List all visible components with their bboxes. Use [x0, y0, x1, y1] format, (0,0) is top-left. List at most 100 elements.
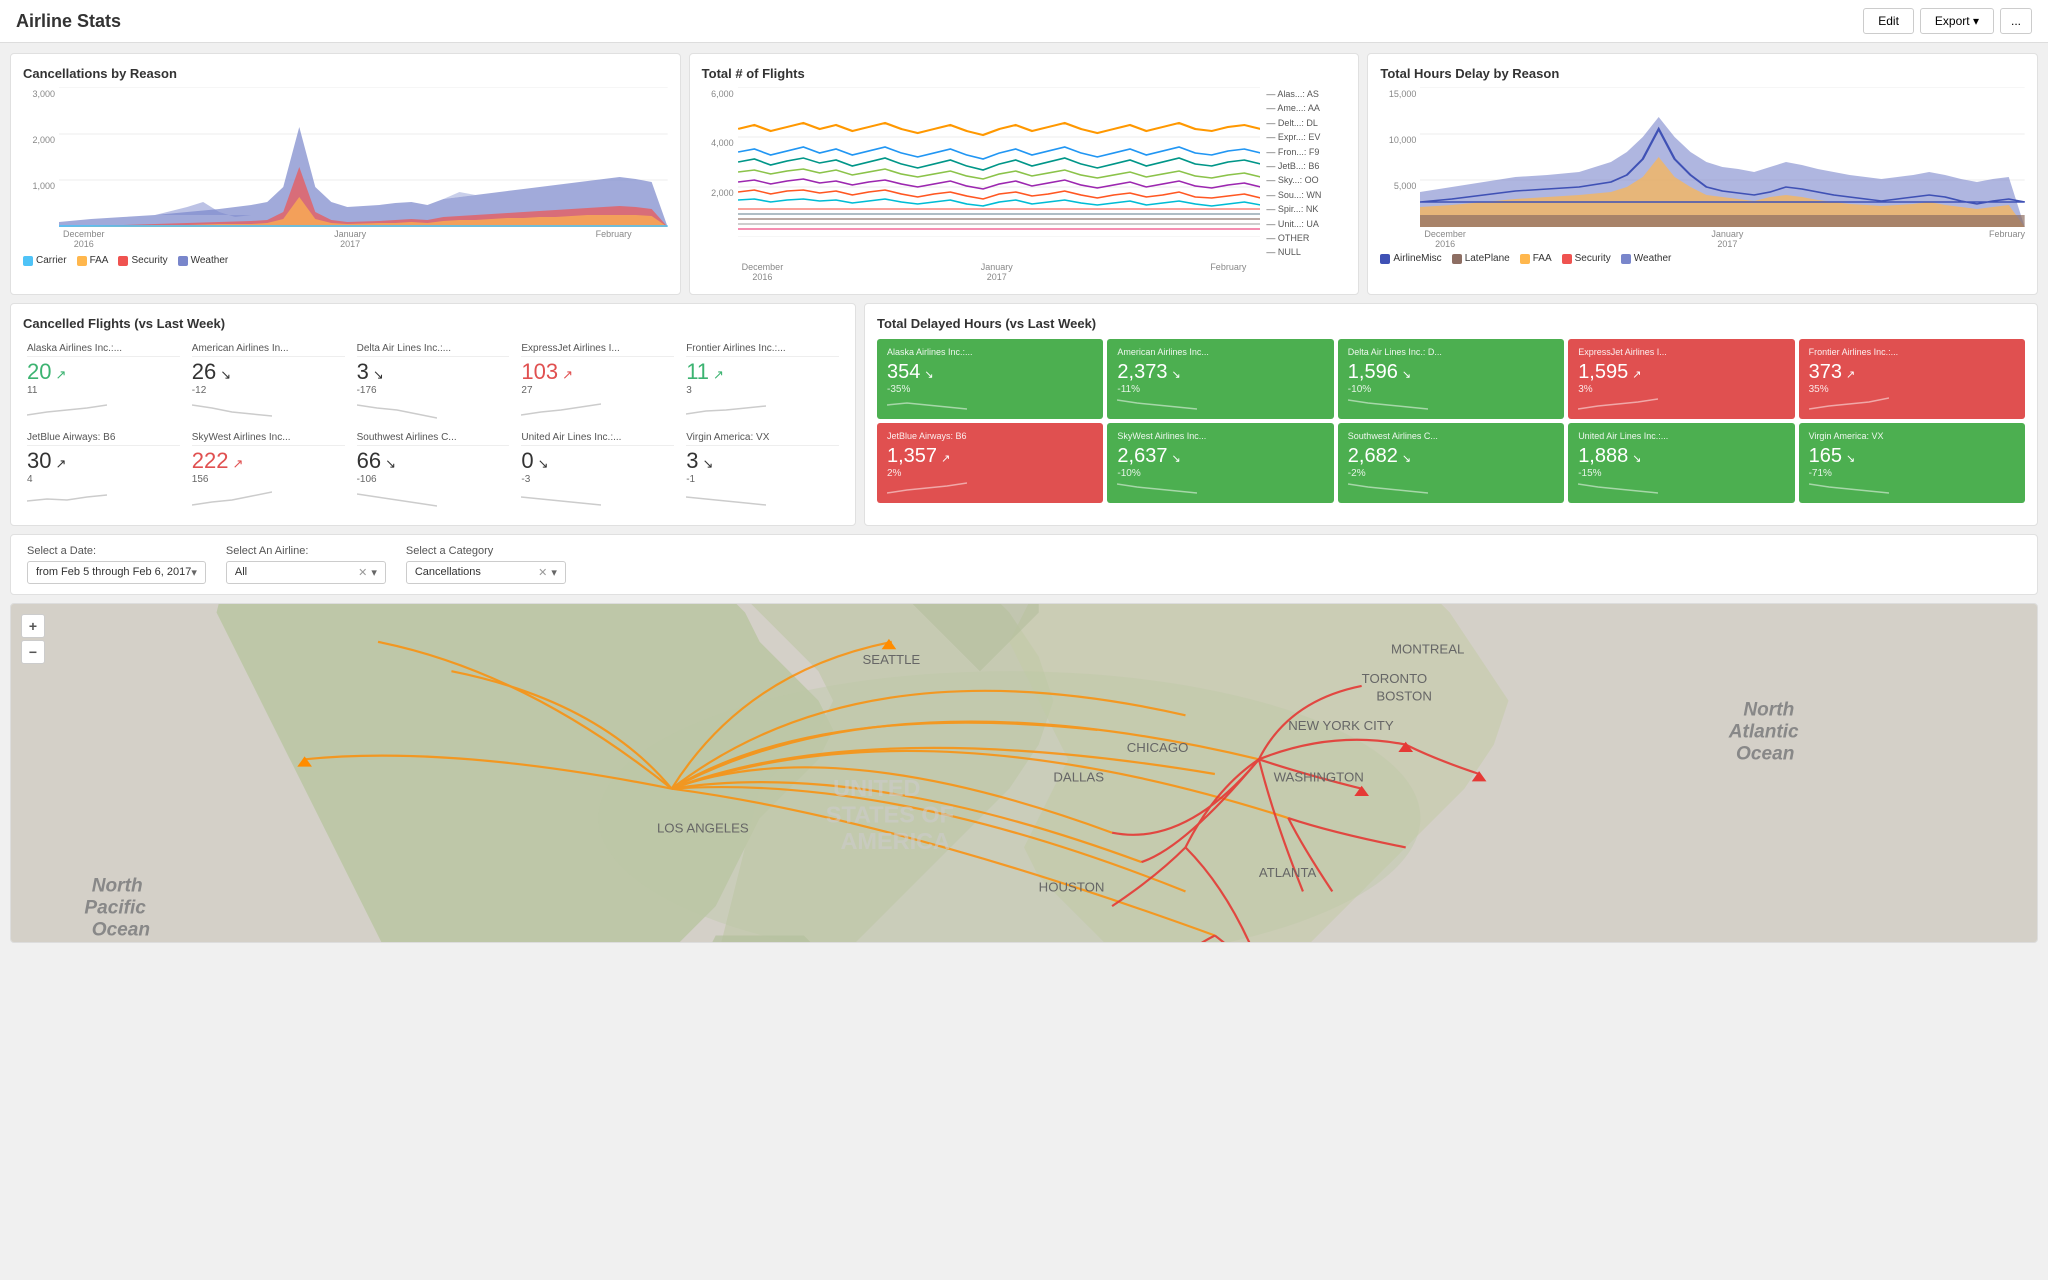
edit-button[interactable]: Edit	[1863, 8, 1914, 34]
svg-text:NEW YORK CITY: NEW YORK CITY	[1288, 718, 1394, 733]
legend-weather-dot	[178, 256, 188, 266]
y-4000: 4,000	[702, 138, 734, 148]
airline-filter-arrow: ▾	[371, 566, 377, 579]
y-label-3000: 3,000	[23, 89, 55, 99]
total-flights-chart-panel: Total # of Flights 6,000 4,000 2,000	[689, 53, 1360, 295]
svg-text:Ocean: Ocean	[1736, 743, 1794, 764]
delay-svg	[1420, 87, 2025, 227]
y-6000: 6,000	[702, 89, 734, 99]
cancelled-expressjet: ExpressJet Airlines I... 103 ↗ 27	[517, 339, 678, 424]
svg-text:STATES OF: STATES OF	[826, 801, 954, 827]
svg-text:North: North	[92, 875, 143, 896]
delayed-american: American Airlines Inc... 2,373 ↘ -11%	[1107, 339, 1333, 419]
category-filter-label: Select a Category	[406, 545, 566, 557]
sparkline-delayed-southwest	[1348, 479, 1428, 495]
cancelled-frontier: Frontier Airlines Inc.:... 11 ↗ 3	[682, 339, 843, 424]
airline-filter-label: Select An Airline:	[226, 545, 386, 557]
sparkline-delayed-expressjet	[1578, 395, 1658, 411]
legend-faa: FAA	[77, 255, 109, 266]
map-zoom-in[interactable]: +	[21, 614, 45, 638]
delayed-expressjet: ExpressJet Airlines I... 1,595 ↗ 3%	[1568, 339, 1794, 419]
flights-legend: — Alas...: AS — Ame...: AA — Delt...: DL…	[1266, 87, 1346, 260]
more-button[interactable]: ...	[2000, 8, 2032, 34]
delay-chart-title: Total Hours Delay by Reason	[1380, 66, 2025, 81]
cancellations-chart-container: 3,000 2,000 1,000	[23, 87, 668, 249]
svg-text:HOUSTON: HOUSTON	[1039, 879, 1105, 894]
x-label-dec-cancel: December2016	[63, 229, 105, 249]
airline-filter-clear[interactable]: ✕	[358, 566, 367, 579]
app-title: Airline Stats	[16, 11, 121, 32]
delayed-grid: Alaska Airlines Inc.:... 354 ↘ -35% Amer…	[877, 339, 2025, 503]
cancelled-panel: Cancelled Flights (vs Last Week) Alaska …	[10, 303, 856, 526]
legend-faa-label: FAA	[90, 255, 109, 266]
svg-text:LOS ANGELES: LOS ANGELES	[657, 820, 749, 835]
airline-filter-value: All	[235, 566, 358, 578]
cancellations-chart-title: Cancellations by Reason	[23, 66, 668, 81]
svg-text:UNITED: UNITED	[833, 775, 920, 801]
sparkline-jetblue	[27, 489, 107, 509]
date-filter-group: Select a Date: from Feb 5 through Feb 6,…	[27, 545, 206, 584]
airline-filter-group: Select An Airline: All ✕ ▾	[226, 545, 386, 584]
filter-row: Select a Date: from Feb 5 through Feb 6,…	[10, 534, 2038, 595]
sparkline-expressjet	[521, 400, 601, 420]
legend-carrier: Carrier	[23, 255, 67, 266]
cancelled-southwest: Southwest Airlines C... 66 ↘ -106	[353, 428, 514, 513]
svg-text:North: North	[1743, 699, 1794, 720]
sparkline-alaska-cancelled	[27, 400, 107, 420]
category-filter-select[interactable]: Cancellations ✕ ▾	[406, 561, 566, 584]
legend-carrier-label: Carrier	[36, 255, 67, 266]
legend-security-label: Security	[131, 255, 167, 266]
svg-text:Ocean: Ocean	[92, 919, 150, 940]
delayed-frontier: Frontier Airlines Inc.:... 373 ↗ 35%	[1799, 339, 2025, 419]
svg-text:DALLAS: DALLAS	[1053, 769, 1104, 784]
sparkline-frontier	[686, 400, 766, 420]
cancelled-airline-grid: Alaska Airlines Inc.:... 20 ↗ 11 America…	[23, 339, 843, 513]
flights-x-labels: December2016 January2017 February	[702, 262, 1347, 282]
delayed-jetblue: JetBlue Airways: B6 1,357 ↗ 2%	[877, 423, 1103, 503]
delayed-skywest: SkyWest Airlines Inc... 2,637 ↘ -10%	[1107, 423, 1333, 503]
app-header: Airline Stats Edit Export ▾ ...	[0, 0, 2048, 43]
map-zoom-out[interactable]: −	[21, 640, 45, 664]
y-label-2000: 2,000	[23, 135, 55, 145]
delay-x-labels: December2016 January2017 February	[1380, 229, 2025, 249]
sparkline-delayed-skywest	[1117, 479, 1197, 495]
export-button[interactable]: Export ▾	[1920, 8, 1994, 34]
svg-text:AMERICA: AMERICA	[840, 828, 950, 854]
map-svg: North Pacific Ocean North Atlantic Ocean…	[11, 604, 2037, 943]
airline-filter-select[interactable]: All ✕ ▾	[226, 561, 386, 584]
legend-carrier-dot	[23, 256, 33, 266]
total-flights-title: Total # of Flights	[702, 66, 1347, 81]
sparkline-delayed-alaska	[887, 395, 967, 411]
legend-weather-label: Weather	[191, 255, 229, 266]
delayed-delta: Delta Air Lines Inc.: D... 1,596 ↘ -10%	[1338, 339, 1564, 419]
legend-faa-dot	[77, 256, 87, 266]
sparkline-virgin-cancelled	[686, 489, 766, 509]
legend-security: Security	[118, 255, 167, 266]
category-filter-arrow: ▾	[551, 566, 557, 579]
sparkline-delayed-virgin	[1809, 479, 1889, 495]
delay-chart-panel: Total Hours Delay by Reason 15,000 10,00…	[1367, 53, 2038, 295]
charts-row: Cancellations by Reason 3,000 2,000 1,00…	[10, 53, 2038, 295]
date-filter-select[interactable]: from Feb 5 through Feb 6, 2017 ▾	[27, 561, 206, 584]
map-controls: + −	[21, 614, 45, 664]
cancelled-jetblue: JetBlue Airways: B6 30 ↗ 4	[23, 428, 184, 513]
svg-text:MONTREAL: MONTREAL	[1391, 641, 1464, 656]
sparkline-southwest	[357, 489, 437, 509]
sparkline-delayed-jetblue	[887, 479, 967, 495]
sparkline-delayed-american	[1117, 395, 1197, 411]
delayed-southwest: Southwest Airlines C... 2,682 ↘ -2%	[1338, 423, 1564, 503]
cancelled-united: United Air Lines Inc.:... 0 ↘ -3	[517, 428, 678, 513]
x-label-jan-cancel: January2017	[334, 229, 366, 249]
svg-text:Atlantic: Atlantic	[1728, 721, 1799, 742]
sparkline-delta	[357, 400, 437, 420]
date-filter-label: Select a Date:	[27, 545, 206, 557]
sparkline-delayed-delta	[1348, 395, 1428, 411]
svg-text:Pacific: Pacific	[84, 897, 146, 918]
delay-legend: AirlineMisc LatePlane FAA Security Weath…	[1380, 253, 2025, 264]
sparkline-united-cancelled	[521, 489, 601, 509]
cancelled-alaska: Alaska Airlines Inc.:... 20 ↗ 11	[23, 339, 184, 424]
category-filter-clear[interactable]: ✕	[538, 566, 547, 579]
sparkline-skywest	[192, 489, 272, 509]
category-filter-value: Cancellations	[415, 566, 538, 578]
map-panel: + −	[10, 603, 2038, 943]
